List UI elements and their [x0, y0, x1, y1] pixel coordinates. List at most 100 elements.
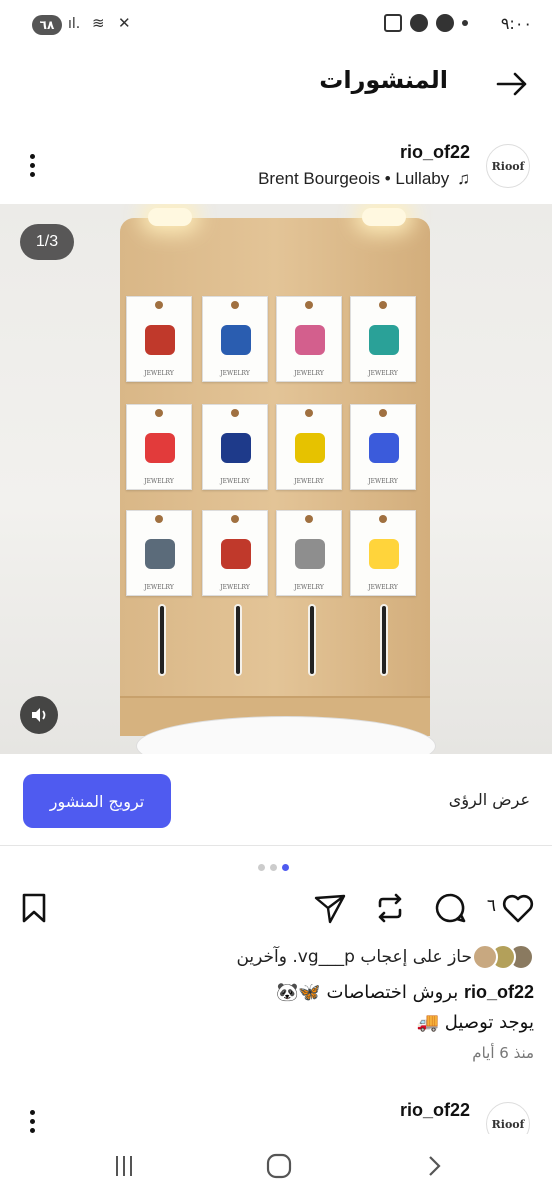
next-post-header: Rioof rio_of22 [0, 1094, 552, 1146]
brooch-pin [221, 539, 251, 569]
card-label: JEWELRY [144, 584, 174, 591]
jewelry-card: JEWELRY [126, 296, 192, 382]
brooch-pin [369, 539, 399, 569]
brooch-pin [295, 539, 325, 569]
brooch-pin [295, 325, 325, 355]
carousel-dots [258, 864, 289, 871]
status-bar: ٦٨ ıl. ≋ ✕ ٩:٠٠ [0, 0, 552, 52]
liker-avatar [472, 944, 498, 970]
card-label: JEWELRY [294, 584, 324, 591]
page-title: المنشورات [319, 66, 448, 94]
jewelry-card: JEWELRY [350, 404, 416, 490]
arrow-right-icon [496, 72, 527, 96]
avatar[interactable]: Rioof [486, 144, 530, 188]
like-button[interactable] [500, 890, 536, 926]
card-label: JEWELRY [368, 584, 398, 591]
liker-avatars [472, 944, 534, 970]
signal-icon: ıl. [68, 16, 81, 32]
card-hole [231, 515, 239, 523]
image-counter: 1/3 [20, 224, 74, 260]
card-hole [155, 409, 163, 417]
home-button[interactable] [261, 1148, 297, 1184]
promote-post-button[interactable]: ترويج المنشور [23, 774, 171, 828]
sound-toggle-button[interactable] [20, 696, 58, 734]
clock: ٩:٠٠ [500, 14, 532, 33]
post-username[interactable]: rio_of22 [400, 1100, 470, 1121]
music-link[interactable]: Brent Bourgeois • Lullaby ♫ [258, 169, 470, 189]
post-options-button[interactable] [20, 1106, 44, 1136]
brooch-pin [369, 433, 399, 463]
lamp-light [148, 208, 192, 226]
recent-apps-button[interactable] [106, 1148, 142, 1184]
post-options-button[interactable] [20, 150, 44, 180]
post-username[interactable]: rio_of22 [400, 142, 470, 163]
jewelry-card: JEWELRY [276, 510, 342, 596]
view-insights-link[interactable]: عرض الرؤى [449, 790, 530, 809]
page-header: المنشورات [0, 52, 552, 116]
card-label: JEWELRY [144, 478, 174, 485]
jewelry-card: JEWELRY [126, 510, 192, 596]
system-nav-bar [0, 1134, 552, 1196]
snapchat-icon [436, 14, 454, 32]
promote-row: ترويج المنشور عرض الرؤى [0, 754, 552, 846]
post-image[interactable]: JEWELRY JEWELRY JEWELRY JEWELRY JEWELRY JEWEL… [0, 204, 552, 754]
brooch-pin [145, 433, 175, 463]
caption-text: بروش اختصاصات 🦋🐼 [276, 982, 464, 1003]
messenger-icon [410, 14, 428, 32]
jewelry-card: JEWELRY [276, 296, 342, 382]
repost-icon [378, 893, 402, 923]
jewelry-card: JEWELRY [276, 404, 342, 490]
card-label: JEWELRY [144, 370, 174, 377]
liked-by[interactable]: حاز على إعجاب vg___p. وآخرين [236, 944, 534, 970]
recent-apps-icon [116, 1156, 132, 1176]
card-hole [231, 409, 239, 417]
card-hole [155, 301, 163, 309]
bookmark-icon [22, 893, 46, 923]
jewelry-card: JEWELRY [202, 296, 268, 382]
brooch-pin [221, 433, 251, 463]
repost-button[interactable] [372, 890, 408, 926]
save-button[interactable] [16, 890, 52, 926]
card-label: JEWELRY [294, 370, 324, 377]
speaker-icon [32, 708, 46, 722]
card-hole [379, 515, 387, 523]
carousel-dot [270, 864, 277, 871]
card-label: JEWELRY [220, 584, 250, 591]
back-button[interactable] [496, 68, 528, 100]
jewelry-card: JEWELRY [202, 404, 268, 490]
jewelry-card: JEWELRY [202, 510, 268, 596]
brooch-pin [295, 433, 325, 463]
back-nav-button[interactable] [416, 1148, 452, 1184]
post-timestamp: منذ 6 أيام [472, 1044, 534, 1062]
brooch-pin [369, 325, 399, 355]
board-slot [308, 604, 316, 676]
card-label: JEWELRY [294, 478, 324, 485]
caption-line-2: يوجد توصيل 🚚 [416, 1012, 534, 1033]
board-slot [234, 604, 242, 676]
jewelry-card: JEWELRY [350, 296, 416, 382]
card-hole [305, 301, 313, 309]
share-button[interactable] [312, 890, 348, 926]
card-hole [305, 409, 313, 417]
mute-icon: ✕ [118, 14, 131, 32]
jewelry-card: JEWELRY [350, 510, 416, 596]
board-slot [380, 604, 388, 676]
carousel-dot-active [282, 864, 289, 871]
carousel-dot [258, 864, 265, 871]
caption-username[interactable]: rio_of22 [464, 982, 534, 1002]
card-label: JEWELRY [368, 370, 398, 377]
card-label: JEWELRY [368, 478, 398, 485]
caption: rio_of22 بروش اختصاصات 🦋🐼 [276, 982, 534, 1003]
like-count: ٦ [486, 896, 496, 916]
wifi-icon: ≋ [92, 14, 105, 32]
home-icon [266, 1153, 292, 1179]
chevron-right-icon [429, 1156, 441, 1176]
brooch-pin [145, 325, 175, 355]
post-actions: ٦ [0, 886, 552, 934]
notification-dot-icon [462, 20, 468, 26]
board-slot [158, 604, 166, 676]
comment-button[interactable] [432, 890, 468, 926]
battery-indicator: ٦٨ [32, 15, 62, 35]
card-hole [379, 301, 387, 309]
music-label: Brent Bourgeois • Lullaby [258, 169, 450, 188]
